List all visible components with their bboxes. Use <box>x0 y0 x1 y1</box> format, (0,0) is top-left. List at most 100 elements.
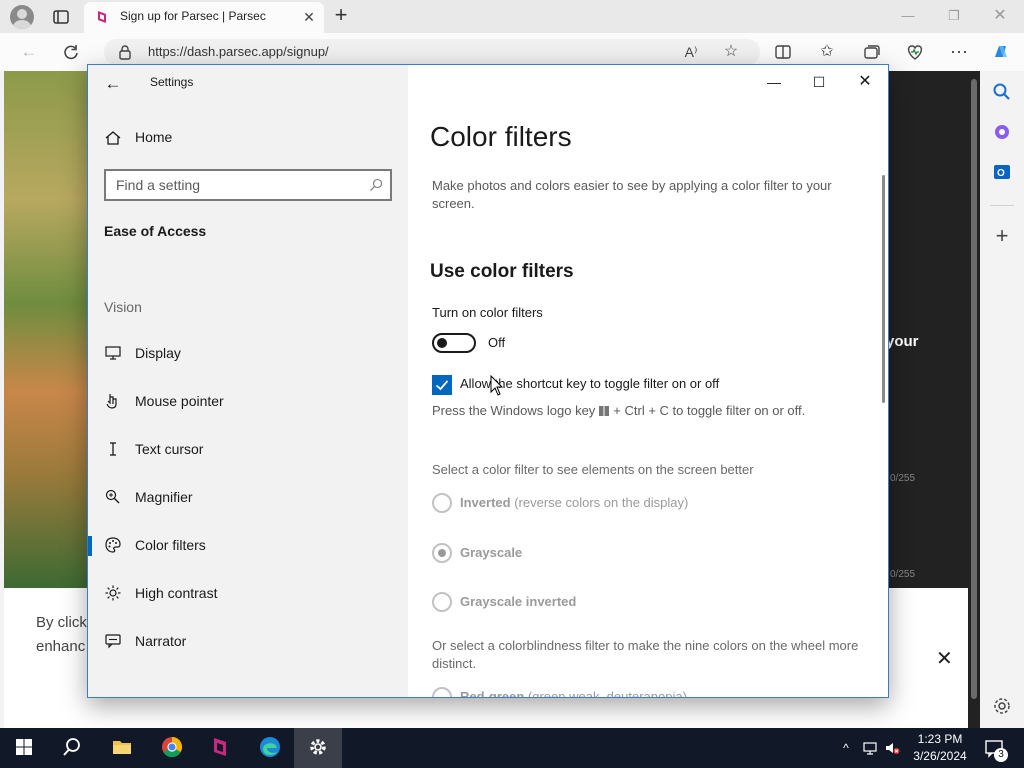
performance-icon[interactable] <box>904 41 926 63</box>
lock-icon[interactable] <box>118 44 132 60</box>
svg-text:O: O <box>997 168 1005 179</box>
active-indicator <box>88 536 92 556</box>
nav-item-label: Display <box>135 345 181 361</box>
taskbar-parsec[interactable] <box>196 728 244 768</box>
network-icon[interactable] <box>862 740 878 756</box>
magnifier-icon <box>104 488 122 506</box>
radio-label-note: (green weak, deuteranopia) <box>527 689 687 697</box>
tray-chevron-up-icon[interactable]: ^ <box>838 740 854 756</box>
start-button[interactable] <box>0 728 48 768</box>
consent-close-icon[interactable]: ✕ <box>936 646 953 671</box>
page-scrollbar[interactable] <box>968 71 980 728</box>
collections-icon[interactable] <box>860 41 882 63</box>
close-icon[interactable]: ✕ <box>853 71 877 93</box>
more-menu-icon[interactable]: ⋯ <box>948 41 970 63</box>
nav-group-title: Ease of Access <box>104 223 207 239</box>
nav-item-label: Magnifier <box>135 489 193 505</box>
radio-grayscale[interactable] <box>432 543 452 563</box>
settings-content-pane: — ☐ ✕ Color filters Make photos and colo… <box>408 65 888 697</box>
consent-text-line: By click <box>36 614 87 631</box>
radio-label-name: Red-green <box>460 689 525 697</box>
toggle-state-text: Off <box>488 335 506 350</box>
nav-item-magnifier[interactable]: Magnifier <box>88 479 408 517</box>
favorites-icon[interactable]: ✩ <box>816 41 838 63</box>
edge-sidebar: O + <box>980 71 1024 728</box>
back-arrow-icon[interactable]: ← <box>102 73 124 95</box>
content-scrollbar[interactable] <box>882 175 885 403</box>
nav-item-label: Home <box>135 129 173 145</box>
tab-close-icon[interactable]: ✕ <box>300 8 318 26</box>
settings-search-input[interactable]: Find a setting <box>104 169 392 201</box>
browser-tab-bar: Sign up for Parsec | Parsec ✕ + — ❐ ✕ <box>0 0 1024 33</box>
browser-tab-parsec[interactable]: Sign up for Parsec | Parsec ✕ <box>84 2 324 33</box>
narrator-icon <box>104 632 122 650</box>
char-counter: 0/255 <box>890 569 916 580</box>
settings-nav-pane: ← Settings Home Find a setting Ease of A… <box>88 65 408 697</box>
nav-item-label: Narrator <box>135 633 187 649</box>
parsec-favicon-icon <box>96 10 108 24</box>
radio-grayscale-inverted[interactable] <box>432 592 452 612</box>
minimize-icon[interactable]: — <box>762 71 786 93</box>
read-aloud-icon[interactable]: A⁾ <box>680 41 702 63</box>
nav-item-home[interactable]: Home <box>88 123 408 153</box>
consent-banner: By click enhanc <box>36 611 87 659</box>
search-icon[interactable] <box>991 81 1013 103</box>
taskbar-file-explorer[interactable] <box>98 728 146 768</box>
search-placeholder: Find a setting <box>116 177 201 193</box>
taskbar-edge[interactable] <box>246 728 294 768</box>
palette-icon <box>104 536 122 554</box>
radio-red-green[interactable] <box>432 687 452 697</box>
radio-label-note: (reverse colors on the display) <box>514 495 689 510</box>
volume-muted-icon[interactable] <box>884 740 900 756</box>
edge-icon <box>259 736 281 758</box>
clock-date: 3/26/2024 <box>913 749 967 763</box>
mouse-pointer-icon <box>104 392 122 410</box>
copilot-apps-icon[interactable] <box>991 121 1013 143</box>
url-text: https://dash.parsec.app/signup/ <box>148 44 329 59</box>
maximize-icon[interactable]: ☐ <box>807 71 831 93</box>
nav-item-color-filters[interactable]: Color filters <box>88 527 408 565</box>
home-icon <box>104 129 122 147</box>
radio-label-name: Inverted <box>460 495 511 510</box>
consent-text-line: enhanc <box>36 638 86 655</box>
outlook-icon[interactable]: O <box>991 161 1013 183</box>
new-tab-button[interactable]: + <box>330 4 352 27</box>
taskbar-settings[interactable] <box>294 728 342 768</box>
back-arrow-icon[interactable]: ← <box>18 41 40 63</box>
browser-close-icon[interactable]: ✕ <box>990 6 1010 26</box>
tab-actions-icon[interactable] <box>50 6 72 28</box>
nav-item-narrator[interactable]: Narrator <box>88 623 408 661</box>
radio-label: Grayscale <box>460 545 522 560</box>
page-title: Color filters <box>430 121 572 152</box>
notification-count-badge: 3 <box>994 748 1008 762</box>
parsec-icon <box>209 736 231 758</box>
sidebar-settings-icon[interactable] <box>991 695 1013 717</box>
nav-item-text-cursor[interactable]: Text cursor <box>88 431 408 469</box>
text-cursor-icon <box>104 440 122 458</box>
radio-inverted[interactable] <box>432 493 452 513</box>
radio-label: Inverted (reverse colors on the display) <box>460 495 688 510</box>
shortcut-key-checkbox[interactable] <box>432 375 452 395</box>
favorite-star-icon[interactable]: ☆ <box>720 41 742 63</box>
refresh-icon[interactable] <box>60 41 82 63</box>
browser-restore-icon[interactable]: ❐ <box>944 6 964 26</box>
page-description: Make photos and colors easier to see by … <box>432 178 832 211</box>
taskbar-chrome[interactable] <box>148 728 196 768</box>
radio-label-name: Grayscale <box>460 545 523 560</box>
nav-item-display[interactable]: Display <box>88 335 408 373</box>
radio-label: Red-green (green weak, deuteranopia) <box>460 689 687 697</box>
nav-item-mouse-pointer[interactable]: Mouse pointer <box>88 383 408 421</box>
system-clock[interactable]: 1:23 PM 3/26/2024 <box>900 731 980 765</box>
browser-minimize-icon[interactable]: — <box>898 6 918 26</box>
nav-item-high-contrast[interactable]: High contrast <box>88 575 408 613</box>
url-input[interactable]: https://dash.parsec.app/signup/ <box>104 39 760 65</box>
color-filters-toggle[interactable] <box>432 333 476 353</box>
profile-avatar-icon[interactable] <box>10 5 34 29</box>
sidebar-divider <box>990 205 1014 206</box>
copilot-icon[interactable] <box>990 41 1012 63</box>
shortcut-hint-text: Press the Windows logo key <box>432 403 596 418</box>
taskbar-search-button[interactable] <box>48 728 96 768</box>
add-icon[interactable]: + <box>991 225 1013 247</box>
nav-item-label: High contrast <box>135 585 218 601</box>
split-screen-icon[interactable] <box>772 41 794 63</box>
